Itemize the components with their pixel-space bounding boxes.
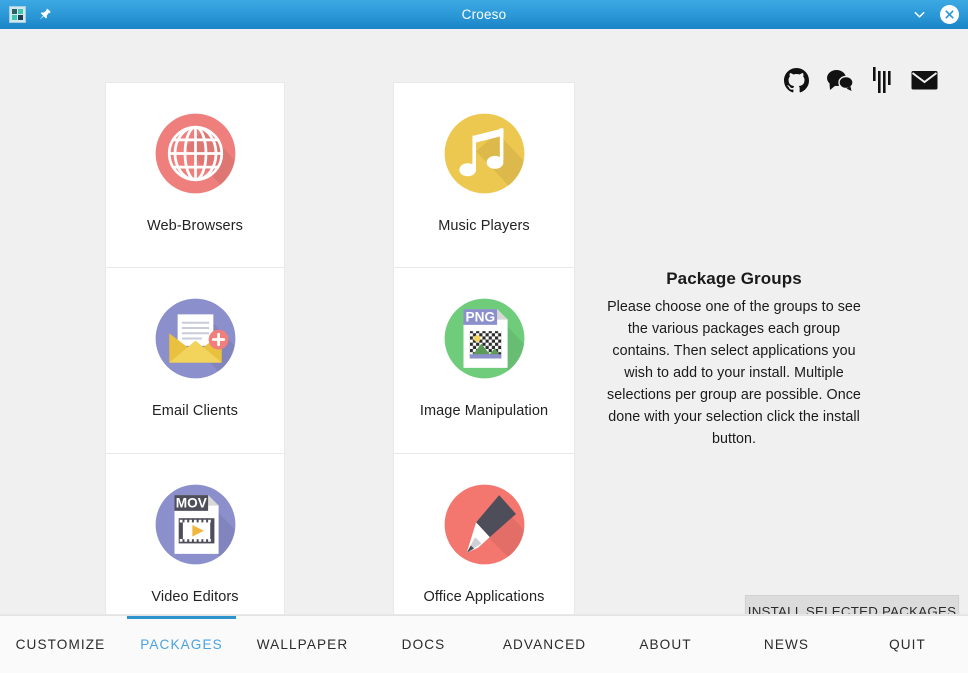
package-group-label: Web-Browsers [147,218,243,234]
package-group-card-email-clients[interactable]: Email Clients [105,268,285,454]
package-group-label: Music Players [438,218,530,234]
pen-nib-icon [432,472,537,577]
png-file-icon: PNG [432,286,537,391]
tab-wallpaper[interactable]: WALLPAPER [242,616,363,673]
grid-gap [285,268,393,454]
info-panel-body: Please choose one of the groups to see t… [600,296,868,450]
grid-gap [285,454,393,615]
gitter-icon[interactable] [871,67,893,98]
package-group-card-video-editors[interactable]: MOV [105,454,285,615]
envelope-add-icon [143,286,248,391]
info-panel-title: Package Groups [600,269,868,289]
titlebar-left-icons [0,5,55,25]
content-area: Web-Browsers [0,29,968,615]
package-groups-grid: Web-Browsers [105,82,575,615]
svg-text:PNG: PNG [465,310,495,325]
github-icon[interactable] [784,68,809,98]
music-note-icon [432,101,537,206]
tab-customize[interactable]: CUSTOMIZE [0,616,121,673]
globe-icon [143,101,248,206]
tab-news[interactable]: NEWS [726,616,847,673]
package-group-label: Email Clients [152,403,238,419]
window-body: Web-Browsers [0,29,968,673]
email-icon[interactable] [911,70,938,96]
app-grid-squares-icon [9,6,26,23]
info-panel: Package Groups Please choose one of the … [600,269,868,450]
package-group-card-image-manipulation[interactable]: PNG Image Manipulation [393,268,575,454]
package-groups-scroll-pane[interactable]: Web-Browsers [105,82,575,615]
tab-quit[interactable]: QUIT [847,616,968,673]
package-group-label: Image Manipulation [420,403,548,419]
package-group-card-web-browsers[interactable]: Web-Browsers [105,82,285,268]
tab-packages[interactable]: PACKAGES [121,616,242,673]
svg-text:MOV: MOV [175,496,206,511]
titlebar-window-controls [909,5,968,25]
grid-gap [285,82,393,268]
package-group-label: Office Applications [424,589,545,605]
chevron-down-icon[interactable] [909,5,929,25]
bottom-tabbar: CUSTOMIZE PACKAGES WALLPAPER DOCS ADVANC… [0,615,968,673]
package-group-card-office-applications[interactable]: Office Applications [393,454,575,615]
install-selected-packages-button[interactable]: INSTALL SELECTED PACKAGES [745,595,959,615]
window-titlebar: Croeso [0,0,968,29]
close-icon[interactable] [939,5,959,25]
package-group-card-music-players[interactable]: Music Players [393,82,575,268]
tab-about[interactable]: ABOUT [605,616,726,673]
tab-advanced[interactable]: ADVANCED [484,616,605,673]
tab-docs[interactable]: DOCS [363,616,484,673]
pin-icon[interactable] [35,5,55,25]
forum-chat-icon[interactable] [827,69,853,96]
mov-file-icon: MOV [143,472,248,577]
social-links-row [784,67,938,98]
package-group-label: Video Editors [151,589,238,605]
window-title: Croeso [0,0,968,29]
